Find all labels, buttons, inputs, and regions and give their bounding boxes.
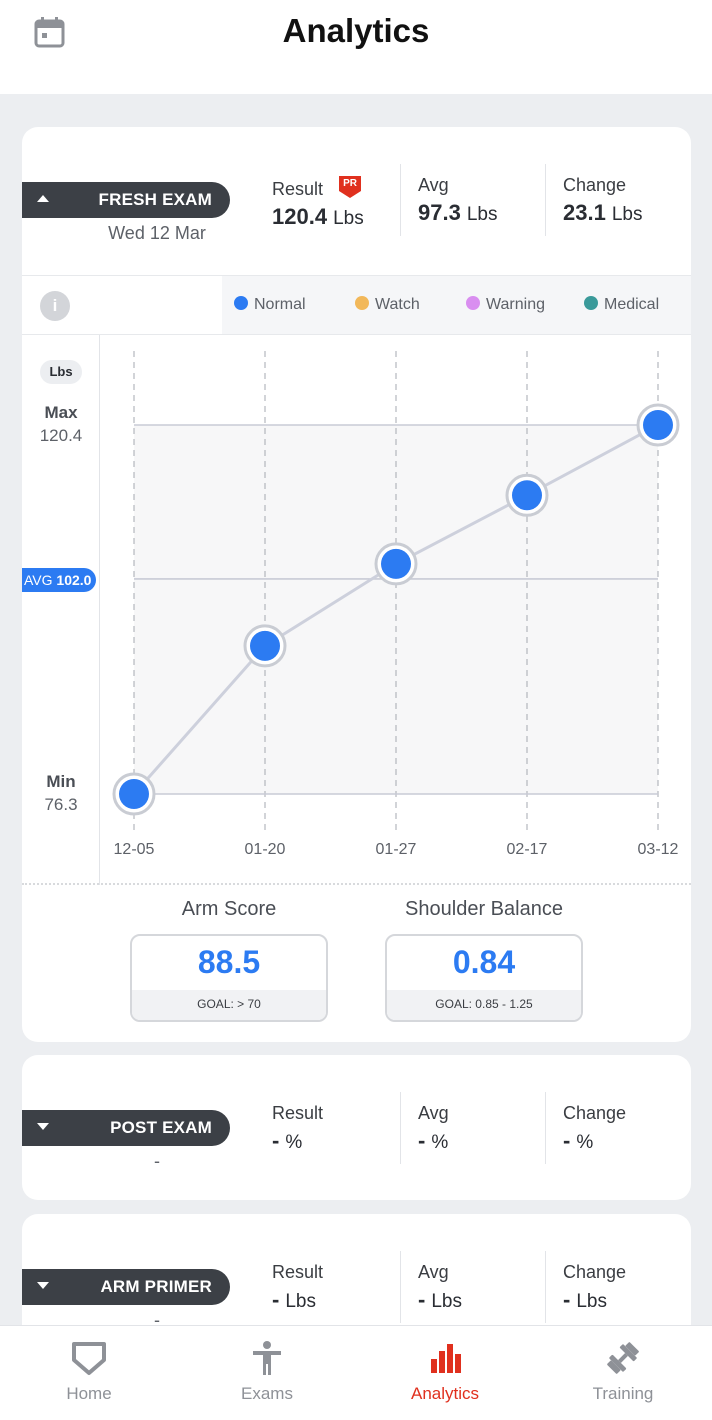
change-title: Change xyxy=(563,175,627,195)
legend-normal: Normal xyxy=(234,296,306,314)
x-tick-label: 01-27 xyxy=(376,841,417,858)
legend-watch: Watch xyxy=(355,296,420,314)
person-icon xyxy=(253,1341,281,1375)
fresh-exam-label: FRESH EXAM xyxy=(98,190,212,209)
arm-score-value: 88.5 xyxy=(197,944,261,980)
legend-label: Normal xyxy=(254,296,306,313)
divider xyxy=(545,1092,546,1164)
bottom-tab-bar: Home Exams Analytics Training xyxy=(0,1325,712,1420)
result-value: - xyxy=(272,1287,280,1312)
arm-score-title: Arm Score xyxy=(181,898,277,920)
legend-dot-icon xyxy=(355,296,369,310)
legend-medical: Medical xyxy=(584,296,659,314)
data-point xyxy=(119,779,149,809)
result-unit: Lbs xyxy=(285,1291,316,1312)
tab-label: Training xyxy=(592,1384,654,1403)
data-point xyxy=(643,410,673,440)
tab-home[interactable]: Home xyxy=(0,1326,178,1420)
chevron-down-icon xyxy=(37,1123,49,1130)
change-value: 23.1 xyxy=(563,200,606,225)
post-exam-label: POST EXAM xyxy=(110,1118,212,1137)
shoulder-balance-title: Shoulder Balance xyxy=(405,898,563,920)
result-value: 120.4 xyxy=(272,204,328,229)
pr-badge-icon: PR xyxy=(338,175,362,199)
divider xyxy=(400,1092,401,1164)
tab-label: Analytics xyxy=(410,1384,480,1403)
result-value: - xyxy=(272,1128,280,1153)
divider xyxy=(545,164,546,236)
shoulder-balance-goal: GOAL: 0.85 - 1.25 xyxy=(387,990,581,1020)
avg-value: - xyxy=(418,1128,426,1153)
top-header: Analytics xyxy=(0,0,712,94)
arm-primer-toggle[interactable]: ARM PRIMER xyxy=(22,1269,230,1305)
change-stat: Change 23.1 Lbs xyxy=(563,175,712,226)
home-plate-icon xyxy=(72,1342,106,1375)
avg-unit: % xyxy=(431,1132,449,1153)
divider xyxy=(22,883,691,885)
divider xyxy=(545,1251,546,1323)
data-point xyxy=(250,630,280,661)
chevron-down-icon xyxy=(37,1282,49,1289)
legend-warning: Warning xyxy=(466,296,545,314)
page-title: Analytics xyxy=(282,12,430,49)
pr-badge-text: PR xyxy=(343,178,357,189)
avg-unit: Lbs xyxy=(466,204,498,225)
fresh-exam-date: Wed 12 Mar xyxy=(108,223,206,243)
tab-label: Exams xyxy=(241,1384,293,1403)
legend-label: Medical xyxy=(604,296,660,313)
post-exam-date: - xyxy=(154,1151,160,1171)
result-unit: % xyxy=(285,1132,303,1153)
post-exam-toggle[interactable]: POST EXAM xyxy=(22,1110,230,1146)
arm-score-goal: GOAL: > 70 xyxy=(132,990,326,1020)
arm-score-box: 88.5 GOAL: > 70 xyxy=(130,934,328,1022)
tab-label: Home xyxy=(66,1384,112,1403)
chevron-up-icon xyxy=(37,195,49,202)
data-point xyxy=(512,480,542,511)
change-value: - xyxy=(563,1287,571,1312)
avg-value: - xyxy=(418,1287,426,1312)
result-unit: Lbs xyxy=(333,208,364,229)
bar-chart-icon xyxy=(431,1344,461,1373)
shoulder-balance-value: 0.84 xyxy=(452,944,516,980)
line-chart: 12-05 01-20 01-27 02-17 03-12 xyxy=(112,351,680,858)
change-unit: % xyxy=(576,1132,594,1153)
legend-dot-icon xyxy=(466,296,480,310)
arm-primer-label: ARM PRIMER xyxy=(100,1277,212,1296)
x-tick-label: 03-12 xyxy=(638,841,679,858)
change-value: - xyxy=(563,1128,571,1153)
shoulder-balance-box: 0.84 GOAL: 0.85 - 1.25 xyxy=(385,934,583,1022)
x-tick-label: 12-05 xyxy=(114,841,155,858)
avg-unit: Lbs xyxy=(431,1291,462,1312)
tab-training[interactable]: Training xyxy=(534,1326,712,1420)
x-tick-label: 01-20 xyxy=(245,841,286,858)
tab-analytics[interactable]: Analytics xyxy=(356,1326,534,1420)
change-unit: Lbs xyxy=(611,204,643,225)
post-exam-card: POST EXAM - Result -% Avg -% Change -% xyxy=(22,1055,691,1200)
data-point xyxy=(381,548,411,579)
x-tick-label: 02-17 xyxy=(507,841,548,858)
legend-dot-icon xyxy=(584,296,598,310)
change-title: Change xyxy=(563,1103,627,1123)
tab-exams[interactable]: Exams xyxy=(178,1326,356,1420)
dumbbell-icon xyxy=(607,1342,639,1374)
fresh-exam-card: FRESH EXAM Wed 12 Mar Result PR 120.4 Lbs… xyxy=(22,127,691,1042)
legend-label: Watch xyxy=(375,296,420,313)
change-stat: Change - Lbs xyxy=(563,1262,712,1313)
change-unit: Lbs xyxy=(576,1291,607,1312)
result-title: Result xyxy=(272,179,324,199)
change-stat: Change -% xyxy=(563,1103,712,1154)
legend-row: i Normal Watch Warning Medical xyxy=(22,275,691,335)
divider xyxy=(400,164,401,236)
change-title: Change xyxy=(563,1262,627,1282)
avg-value: 97.3 xyxy=(418,200,461,225)
legend-dot-icon xyxy=(234,296,248,310)
info-icon[interactable]: i xyxy=(40,291,70,321)
divider xyxy=(400,1251,401,1323)
legend-label: Warning xyxy=(486,296,545,313)
fresh-exam-toggle[interactable]: FRESH EXAM xyxy=(22,182,230,218)
